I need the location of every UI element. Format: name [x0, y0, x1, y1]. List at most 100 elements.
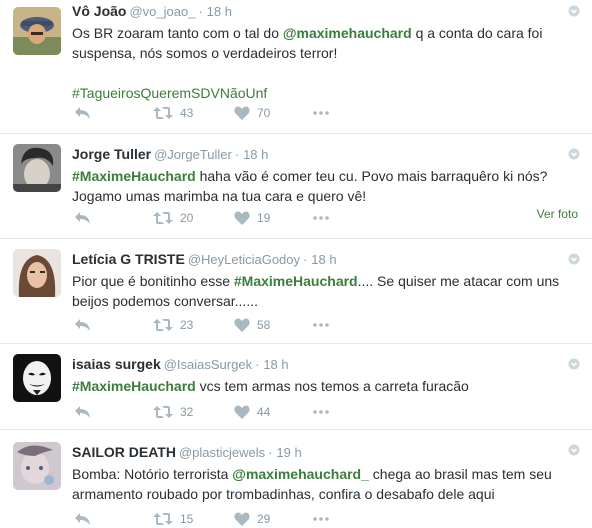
user-handle[interactable]: @vo_joao_	[129, 4, 195, 19]
hashtag-link[interactable]: #MaximeHauchard	[234, 273, 358, 289]
timestamp[interactable]: 18 h	[243, 147, 268, 162]
tweet[interactable]: SAILOR DEATH @plasticjewels · 19 h Bomba: …	[0, 430, 592, 528]
tweet-text: Os BR zoaram tanto com o tal do @maximeh…	[72, 23, 572, 63]
tweet[interactable]: Letícia G TRISTE @HeyLeticiaGodoy · 18 h P…	[0, 239, 592, 344]
retweet-icon	[153, 319, 173, 331]
display-name[interactable]: Letícia G TRISTE	[72, 251, 185, 267]
tweet-actions: 32 44	[72, 405, 572, 421]
tweet-header: Jorge Tuller @JorgeTuller · 18 h	[72, 145, 572, 164]
view-photo-link[interactable]: Ver foto	[537, 207, 578, 221]
user-handle[interactable]: @plasticjewels	[179, 445, 265, 460]
avatar[interactable]	[13, 354, 61, 402]
avatar[interactable]	[13, 249, 61, 297]
retweet-icon	[153, 513, 173, 525]
separator-dot: ·	[255, 357, 260, 372]
retweet-count: 15	[180, 512, 194, 526]
retweet-icon	[153, 107, 173, 119]
text-segment: vcs tem armas nos temos a carreta furacã…	[195, 378, 469, 394]
tweet-header: Letícia G TRISTE @HeyLeticiaGodoy · 18 h	[72, 250, 572, 269]
more-dots-icon	[313, 323, 329, 327]
hashtag-link[interactable]: #TagueirosQueremSDVNãoUnf	[72, 85, 267, 101]
tweet-content: Jorge Tuller @JorgeTuller · 18 h #MaximeHa…	[72, 134, 572, 225]
tweet[interactable]: Jorge Tuller @JorgeTuller · 18 h #MaximeHa…	[0, 134, 592, 239]
heart-icon	[234, 211, 250, 225]
mention-link[interactable]: @maximehauchard_	[232, 466, 369, 482]
like-count: 70	[257, 106, 271, 120]
like-button[interactable]: 19	[234, 211, 270, 225]
heart-icon	[234, 106, 250, 120]
timestamp[interactable]: 19 h	[276, 445, 301, 460]
separator-dot: ·	[303, 252, 308, 267]
text-segment: Pior que é bonitinho esse	[72, 273, 234, 289]
reply-icon	[75, 212, 90, 224]
retweet-count: 43	[180, 106, 194, 120]
avatar[interactable]	[13, 144, 61, 192]
tweet-text: #MaximeHauchard vcs tem armas nos temos …	[72, 376, 572, 396]
like-count: 58	[257, 318, 271, 332]
retweet-button[interactable]: 20	[153, 211, 193, 225]
avatar[interactable]	[13, 442, 61, 490]
more-button[interactable]	[313, 405, 329, 419]
like-count: 19	[257, 211, 271, 225]
retweet-icon	[153, 406, 173, 418]
display-name[interactable]: Jorge Tuller	[72, 146, 151, 162]
more-dots-icon	[313, 517, 329, 521]
tweet-actions: 15 29	[72, 512, 572, 528]
tweet-text: #MaximeHauchard haha vão é comer teu cu.…	[72, 166, 572, 206]
reply-button[interactable]	[74, 106, 91, 120]
tweet-header: SAILOR DEATH @plasticjewels · 19 h	[72, 443, 572, 462]
hashtag-link[interactable]: #MaximeHauchard	[72, 168, 196, 184]
display-name[interactable]: Vô João	[72, 3, 126, 19]
like-button[interactable]: 29	[234, 512, 270, 526]
separator-dot: ·	[268, 445, 273, 460]
more-button[interactable]	[313, 211, 329, 225]
heart-icon	[234, 512, 250, 526]
reply-icon	[75, 513, 90, 525]
tweet-content: Letícia G TRISTE @HeyLeticiaGodoy · 18 h P…	[72, 239, 572, 332]
reply-icon	[75, 319, 90, 331]
more-button[interactable]	[313, 318, 329, 332]
user-handle[interactable]: @IsaiasSurgek	[164, 357, 252, 372]
tweet[interactable]: Vô João @vo_joao_ · 18 h Os BR zoaram tant…	[0, 0, 592, 134]
tweet-content: SAILOR DEATH @plasticjewels · 19 h Bomba: …	[72, 430, 572, 526]
more-dots-icon	[313, 111, 329, 115]
user-handle[interactable]: @HeyLeticiaGodoy	[188, 252, 300, 267]
like-button[interactable]: 70	[234, 106, 270, 120]
reply-button[interactable]	[74, 512, 91, 526]
tweet-text: Pior que é bonitinho esse #MaximeHauchar…	[72, 271, 572, 311]
retweet-button[interactable]: 43	[153, 106, 193, 120]
display-name[interactable]: SAILOR DEATH	[72, 444, 176, 460]
mention-link[interactable]: @maximehauchard	[283, 25, 412, 41]
like-button[interactable]: 44	[234, 405, 270, 419]
separator-dot: ·	[234, 147, 240, 162]
like-button[interactable]: 58	[234, 318, 270, 332]
reply-icon	[75, 406, 90, 418]
retweet-count: 32	[180, 405, 194, 419]
more-button[interactable]	[313, 106, 329, 120]
hashtag-link[interactable]: #MaximeHauchard	[72, 378, 196, 394]
like-count: 29	[257, 512, 271, 526]
more-button[interactable]	[313, 512, 329, 526]
reply-button[interactable]	[74, 318, 91, 332]
tweet-header: Vô João @vo_joao_ · 18 h	[72, 2, 572, 21]
retweet-button[interactable]: 32	[153, 405, 193, 419]
timeline: Vô João @vo_joao_ · 18 h Os BR zoaram tant…	[0, 0, 592, 528]
reply-button[interactable]	[74, 405, 91, 419]
retweet-button[interactable]: 23	[153, 318, 193, 332]
display-name[interactable]: isaias surgek	[72, 356, 161, 372]
reply-button[interactable]	[74, 211, 91, 225]
tweet-header: isaias surgek @IsaiasSurgek · 18 h	[72, 355, 572, 374]
heart-icon	[234, 405, 250, 419]
tweet[interactable]: isaias surgek @IsaiasSurgek · 18 h #Maxime…	[0, 344, 592, 430]
timestamp[interactable]: 18 h	[207, 4, 232, 19]
timestamp[interactable]: 18 h	[263, 357, 288, 372]
user-handle[interactable]: @JorgeTuller	[154, 147, 232, 162]
retweet-button[interactable]: 15	[153, 512, 193, 526]
avatar[interactable]	[13, 7, 61, 55]
retweet-count: 20	[180, 211, 194, 225]
more-dots-icon	[313, 216, 329, 220]
timestamp[interactable]: 18 h	[311, 252, 336, 267]
tweet-content: isaias surgek @IsaiasSurgek · 18 h #Maxime…	[72, 344, 572, 419]
tweet-content: Vô João @vo_joao_ · 18 h Os BR zoaram tant…	[72, 0, 572, 120]
like-count: 44	[257, 405, 271, 419]
